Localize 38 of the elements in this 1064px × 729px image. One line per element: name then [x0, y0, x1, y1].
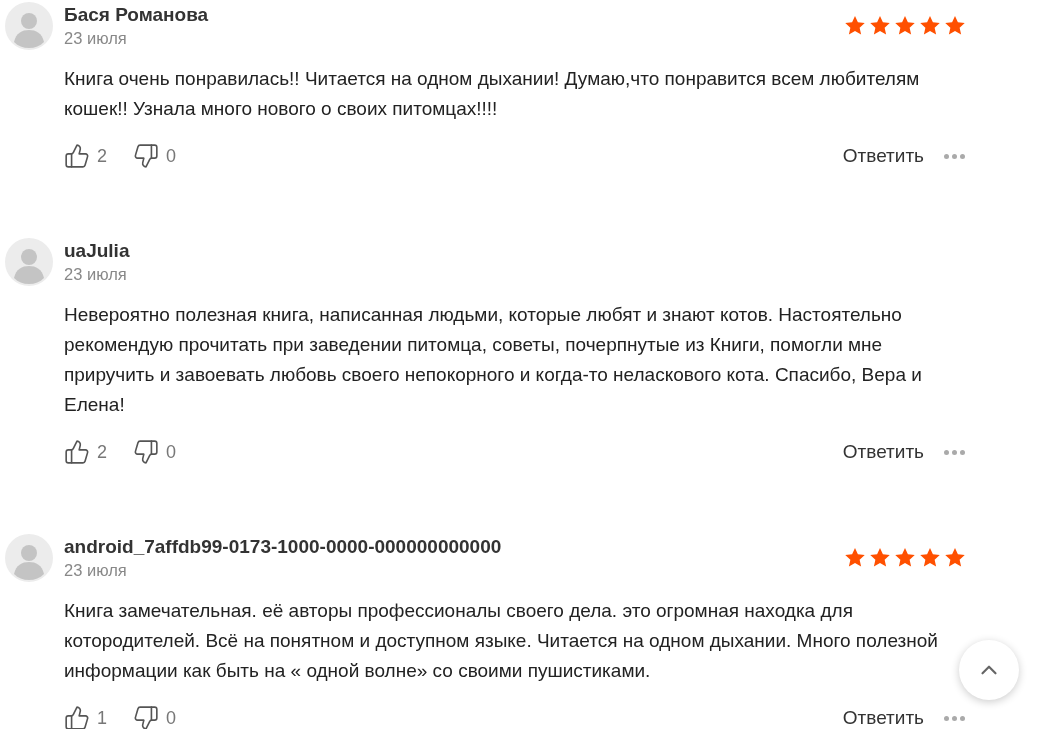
- review-date: 23 июля: [64, 28, 128, 48]
- star-icon: [845, 16, 865, 35]
- dislike-button[interactable]: 0: [133, 142, 177, 170]
- star-icon: [920, 548, 940, 567]
- author-name: Бася Романова: [64, 3, 209, 27]
- star-icon: [895, 548, 915, 567]
- avatar: [5, 238, 53, 286]
- author-name: android_7affdb99-0173-1000-0000-000000000000: [64, 535, 502, 559]
- star-icon: [895, 16, 915, 35]
- star-icon: [870, 16, 890, 35]
- star-icon: [945, 548, 965, 567]
- review-text: Невероятно полезная книга, написанная людьми, которые любят и знают котов. Настоятельно рекомендую прочитать при заведении питомца, советы, почерпнутые из Книги, помогли мне приручить и завоевать любовь своего непокорного и когда-то неласкового кота. Спасибо, Вера и Елена!: [64, 303, 923, 417]
- star-icon: [945, 16, 965, 35]
- star-icon: [845, 548, 865, 567]
- review-date: 23 июля: [64, 264, 128, 284]
- scroll-to-top-button[interactable]: [959, 640, 1019, 700]
- review-text: Книга замечательная. её авторы профессионалы своего дела. это огромная находка для котородителей. Всё на понятном и доступном языке. Читается на одном дыхании. Много полезной информации как быть на « одной волне» со своими пушистиками.: [64, 599, 939, 683]
- review-date: 23 июля: [64, 560, 128, 580]
- thumbs-up-icon: [64, 143, 90, 169]
- thumbs-down-icon: [133, 439, 159, 465]
- thumbs-up-icon: [64, 439, 90, 465]
- thumbs-up-icon: [64, 705, 90, 729]
- dislike-button[interactable]: 0: [133, 438, 177, 466]
- reply-button[interactable]: Ответить: [842, 703, 924, 729]
- star-icon: [920, 16, 940, 35]
- thumbs-down-icon: [133, 143, 159, 169]
- avatar: [5, 534, 53, 582]
- like-button[interactable]: 2: [64, 438, 107, 466]
- star-icon: [870, 548, 890, 567]
- avatar: [5, 2, 53, 50]
- thumbs-down-icon: [133, 705, 159, 729]
- author-name: uaJulia: [64, 239, 130, 263]
- dislike-button[interactable]: 0: [133, 704, 177, 729]
- reply-button[interactable]: Ответить: [842, 141, 924, 171]
- reply-button[interactable]: Ответить: [842, 437, 924, 467]
- review-text: Книга очень понравилась!! Читается на одном дыхании! Думаю,что понравится всем любителям кошек!! Узнала много нового о своих питомцах!!!!: [64, 67, 921, 121]
- like-button[interactable]: 1: [64, 704, 107, 729]
- like-button[interactable]: 2: [64, 142, 107, 170]
